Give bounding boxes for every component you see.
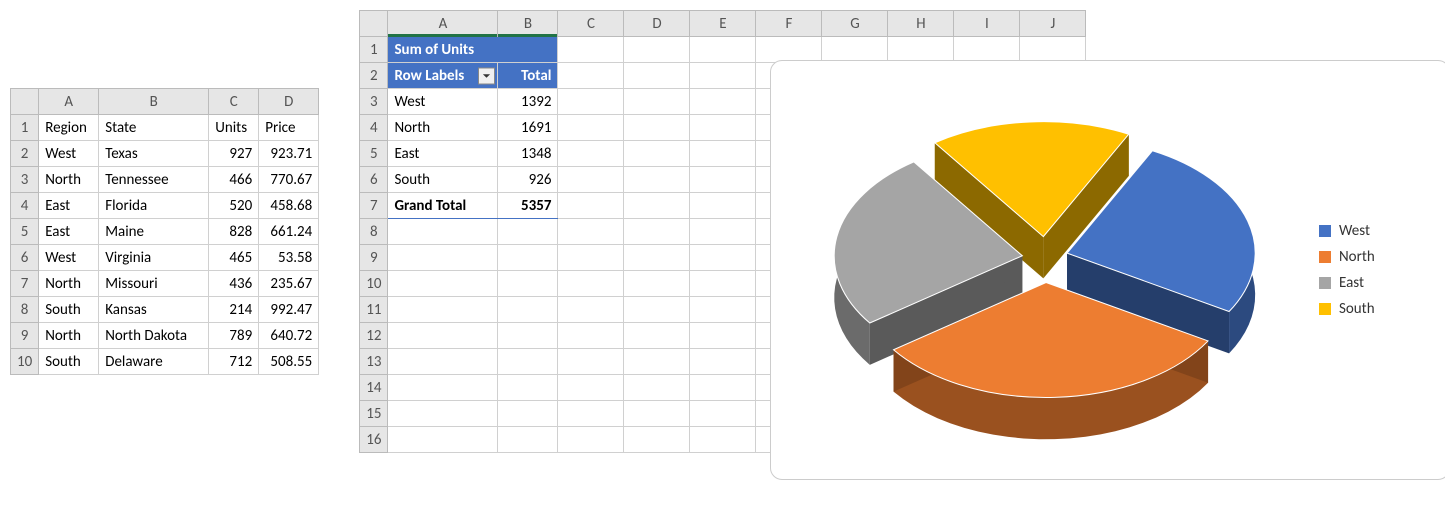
table-row[interactable]: 7NorthMissouri436235.67 [11, 271, 319, 297]
legend-label: South [1339, 300, 1375, 318]
chart-plot-area [771, 61, 1319, 479]
cell[interactable]: Units [209, 115, 259, 141]
row-labels-cell[interactable]: Row Labels [388, 63, 498, 89]
legend-item: North [1319, 248, 1429, 266]
col-header[interactable]: C [209, 89, 259, 115]
grand-total-label[interactable]: Grand Total [388, 193, 498, 219]
col-header[interactable]: D [259, 89, 319, 115]
col-header[interactable]: J [1020, 11, 1086, 37]
table-row[interactable]: 2WestTexas927923.71 [11, 141, 319, 167]
col-header[interactable]: F [756, 11, 822, 37]
legend-item: South [1319, 300, 1429, 318]
table-row[interactable]: 4EastFlorida520458.68 [11, 193, 319, 219]
legend-label: North [1339, 248, 1375, 266]
pivot-title-cell[interactable]: Sum of Units [388, 37, 558, 63]
select-all-corner[interactable] [360, 11, 388, 37]
legend-label: East [1339, 274, 1364, 292]
cell[interactable]: Region [39, 115, 99, 141]
col-header[interactable]: H [888, 11, 954, 37]
chart-legend: West North East South [1319, 214, 1445, 326]
table-row[interactable]: 8SouthKansas214992.47 [11, 297, 319, 323]
col-header[interactable]: G [822, 11, 888, 37]
table-row[interactable]: 6WestVirginia46553.58 [11, 245, 319, 271]
row-header[interactable]: 1 [11, 115, 39, 141]
col-header[interactable]: B [99, 89, 209, 115]
data-table[interactable]: A B C D 1 Region State Units Price 2West… [10, 88, 319, 375]
legend-color-box [1319, 251, 1331, 263]
col-header[interactable]: C [558, 11, 624, 37]
col-header[interactable]: A [388, 11, 498, 37]
table-row[interactable]: 1 Region State Units Price [11, 115, 319, 141]
col-header[interactable]: B [498, 11, 558, 37]
legend-item: East [1319, 274, 1429, 292]
legend-color-box [1319, 303, 1331, 315]
table-row[interactable]: 3NorthTennessee466770.67 [11, 167, 319, 193]
chevron-down-icon [482, 71, 491, 80]
legend-label: West [1339, 222, 1370, 240]
col-header[interactable]: D [624, 11, 690, 37]
pie-chart[interactable]: West North East South [770, 60, 1445, 480]
table-row[interactable]: 1 Sum of Units [360, 37, 1086, 63]
col-header[interactable]: E [690, 11, 756, 37]
grand-total-value[interactable]: 5357 [498, 193, 558, 219]
row-labels-text: Row Labels [394, 67, 464, 85]
col-header[interactable]: A [39, 89, 99, 115]
select-all-corner[interactable] [11, 89, 39, 115]
pie-chart-svg [771, 61, 1319, 479]
cell[interactable]: State [99, 115, 209, 141]
col-header[interactable]: I [954, 11, 1020, 37]
legend-color-box [1319, 225, 1331, 237]
cell[interactable]: Price [259, 115, 319, 141]
table-row[interactable]: 10SouthDelaware712508.55 [11, 349, 319, 375]
legend-color-box [1319, 277, 1331, 289]
total-header-cell[interactable]: Total [498, 63, 558, 89]
table-row[interactable]: 9NorthNorth Dakota789640.72 [11, 323, 319, 349]
table-row[interactable]: 5EastMaine828661.24 [11, 219, 319, 245]
pivot-filter-dropdown[interactable] [478, 67, 495, 84]
legend-item: West [1319, 222, 1429, 240]
